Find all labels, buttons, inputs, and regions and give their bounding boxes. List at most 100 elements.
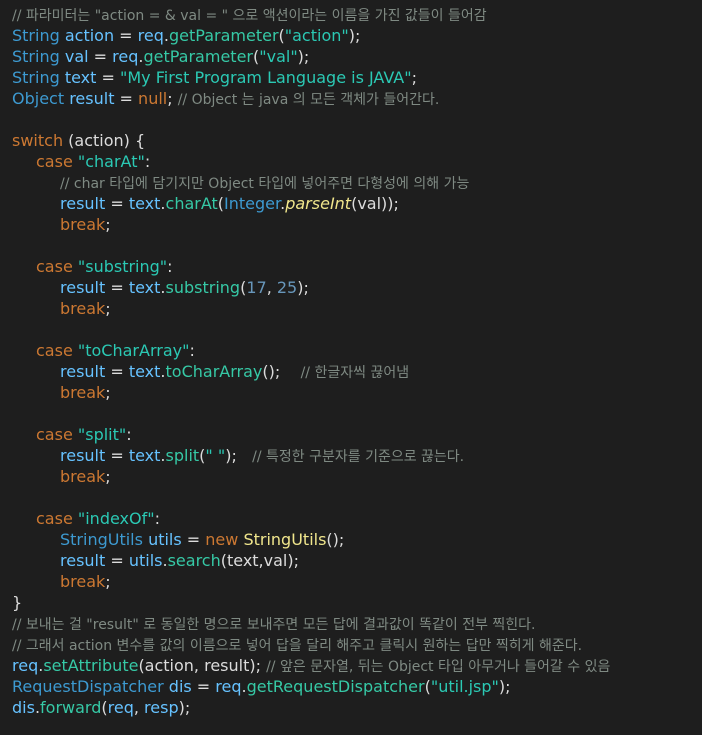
code-token: toCharArray xyxy=(165,362,263,381)
code-line[interactable]: result = text.substring(17, 25); xyxy=(0,277,702,298)
code-token: 17 xyxy=(246,278,267,297)
code-token: (action, result); xyxy=(138,656,267,675)
code-token: result xyxy=(60,278,106,297)
code-token: = xyxy=(88,47,113,66)
code-line[interactable]: break; xyxy=(0,382,702,403)
code-line[interactable] xyxy=(0,109,702,130)
code-token: result xyxy=(69,89,115,108)
code-line[interactable] xyxy=(0,403,702,424)
code-token: break xyxy=(60,299,106,318)
code-token: = xyxy=(181,530,206,549)
code-line[interactable]: case "split": xyxy=(0,424,702,445)
code-line[interactable]: StringUtils utils = new StringUtils(); xyxy=(0,529,702,550)
code-token: , xyxy=(266,278,277,297)
code-line[interactable]: } xyxy=(0,592,702,613)
code-line[interactable]: String action = req.getParameter("action… xyxy=(0,25,702,46)
code-token: } xyxy=(12,593,23,612)
code-comment: // 그래서 action 변수를 값의 이름으로 넣어 답을 달리 해주고 클… xyxy=(12,638,583,654)
code-token: Integer xyxy=(224,194,281,213)
code-token: "action" xyxy=(284,26,349,45)
code-line[interactable]: break; xyxy=(0,298,702,319)
code-line[interactable]: result = text.charAt(Integer.parseInt(va… xyxy=(0,193,702,214)
code-line[interactable]: break; xyxy=(0,214,702,235)
code-token: case xyxy=(36,257,73,276)
code-token: req xyxy=(12,656,39,675)
code-token: "charAt" xyxy=(77,152,145,171)
code-token: dis xyxy=(168,677,192,696)
code-token: = xyxy=(114,89,139,108)
code-line[interactable]: Object result = null; // Object 는 java 의… xyxy=(0,88,702,109)
code-line[interactable]: case "toCharArray": xyxy=(0,340,702,361)
code-token: ); xyxy=(178,698,191,717)
code-token: ); xyxy=(225,446,253,465)
code-token: = xyxy=(191,677,216,696)
code-line[interactable]: case "indexOf": xyxy=(0,508,702,529)
code-token: new xyxy=(205,530,239,549)
code-line[interactable]: break; xyxy=(0,466,702,487)
code-line[interactable]: // 파라미터는 "action = & val = " 으로 액션이라는 이름… xyxy=(0,4,702,25)
code-comment: // 보내는 걸 "result" 로 동일한 명으로 보내주면 모든 답에 결… xyxy=(12,617,536,633)
code-token: ; xyxy=(411,68,417,87)
code-token: (val)); xyxy=(351,194,399,213)
code-token: = xyxy=(105,362,129,381)
code-token: ( xyxy=(63,131,75,150)
code-token: "substring" xyxy=(77,257,168,276)
code-token: utils xyxy=(148,530,182,549)
code-token: ; xyxy=(105,572,111,591)
code-token: getParameter xyxy=(169,26,279,45)
code-token: req xyxy=(215,677,242,696)
code-line[interactable]: String val = req.getParameter("val"); xyxy=(0,46,702,67)
code-token: break xyxy=(60,467,106,486)
code-line[interactable]: result = text.split(" "); // 특정한 구분자를 기준… xyxy=(0,445,702,466)
code-token: "util.jsp" xyxy=(430,677,499,696)
code-line[interactable]: result = text.toCharArray(); // 한글자씩 끊어냄 xyxy=(0,361,702,382)
code-line[interactable]: switch (action) { xyxy=(0,130,702,151)
code-line[interactable]: case "substring": xyxy=(0,256,702,277)
code-token: break xyxy=(60,215,106,234)
code-line[interactable]: dis.forward(req, resp); xyxy=(0,697,702,718)
code-line[interactable]: String text = "My First Program Language… xyxy=(0,67,702,88)
code-line[interactable]: // 보내는 걸 "result" 로 동일한 명으로 보내주면 모든 답에 결… xyxy=(0,613,702,634)
code-token: case xyxy=(36,425,73,444)
code-line[interactable]: case "charAt": xyxy=(0,151,702,172)
code-line[interactable]: break; xyxy=(0,571,702,592)
code-token: String xyxy=(12,47,60,66)
code-line[interactable] xyxy=(0,235,702,256)
code-token: forward xyxy=(40,698,102,717)
code-token: break xyxy=(60,572,106,591)
code-token: text xyxy=(128,446,161,465)
code-line[interactable]: result = utils.search(text,val); xyxy=(0,550,702,571)
code-editor[interactable]: // 파라미터는 "action = & val = " 으로 액션이라는 이름… xyxy=(0,0,702,735)
code-token: action xyxy=(74,131,124,150)
code-token: setAttribute xyxy=(43,656,139,675)
code-line[interactable] xyxy=(0,487,702,508)
code-line[interactable]: // char 타입에 담기지만 Object 타입에 넣어주면 다형성에 의해… xyxy=(0,172,702,193)
code-token: req xyxy=(137,26,164,45)
code-token: "indexOf" xyxy=(77,509,155,528)
code-token: text xyxy=(64,68,97,87)
code-token: switch xyxy=(12,131,64,150)
code-comment: // Object 는 java 의 모든 객체가 들어간다. xyxy=(177,92,440,108)
code-token: val xyxy=(64,47,89,66)
code-token: utils xyxy=(128,551,163,570)
code-token: case xyxy=(36,341,73,360)
code-token: (text,val); xyxy=(220,551,299,570)
code-token: "val" xyxy=(259,47,298,66)
code-token: req xyxy=(112,47,139,66)
code-line[interactable]: // 그래서 action 변수를 값의 이름으로 넣어 답을 달리 해주고 클… xyxy=(0,634,702,655)
code-token: = xyxy=(105,278,129,297)
code-token: substring xyxy=(165,278,241,297)
code-token: result xyxy=(60,362,106,381)
code-token: text xyxy=(128,278,161,297)
code-token: 25 xyxy=(276,278,298,297)
code-token: "My First Program Language is JAVA" xyxy=(120,68,412,87)
code-comment: // 파라미터는 "action = & val = " 으로 액션이라는 이름… xyxy=(12,8,487,24)
code-token: result xyxy=(60,446,106,465)
code-line[interactable]: RequestDispatcher dis = req.getRequestDi… xyxy=(0,676,702,697)
code-line[interactable]: req.setAttribute(action, result); // 앞은 … xyxy=(0,655,702,676)
code-token: StringUtils xyxy=(243,530,327,549)
code-line[interactable] xyxy=(0,319,702,340)
code-token: RequestDispatcher xyxy=(12,677,164,696)
code-comment: // 앞은 문자열, 뒤는 Object 타입 아무거나 들어갈 수 있음 xyxy=(266,659,611,675)
code-token: = xyxy=(96,68,120,87)
